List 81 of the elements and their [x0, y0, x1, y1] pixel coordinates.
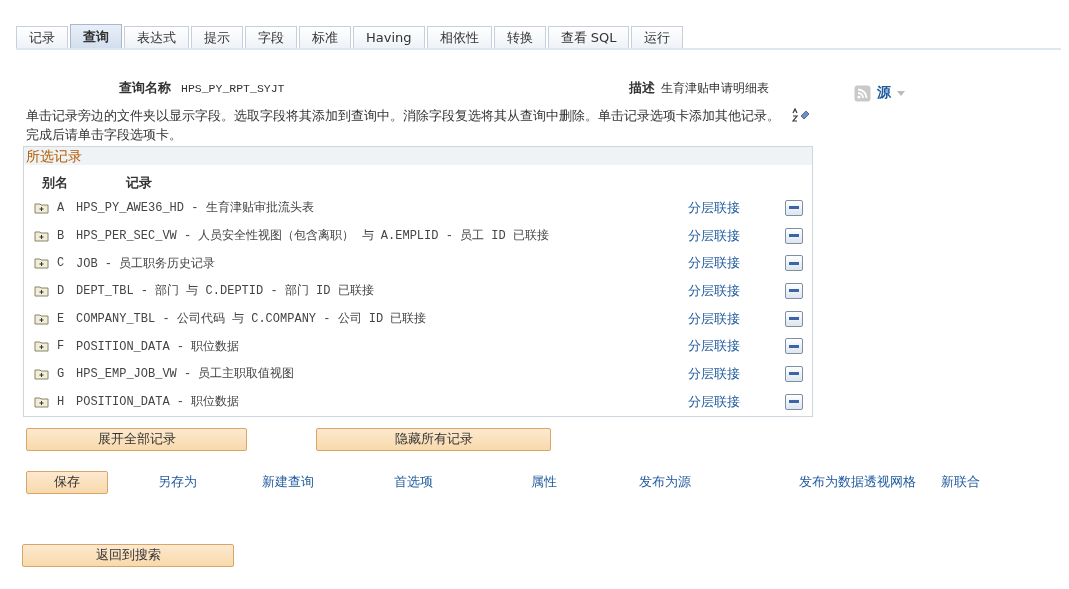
remove-button[interactable]	[785, 310, 803, 327]
hierarchy-join-link[interactable]: 分层联接	[688, 309, 740, 328]
hierarchy-join-link[interactable]: 分层联接	[688, 337, 740, 356]
action-link[interactable]: 属性	[531, 473, 639, 491]
tab[interactable]: 标准	[299, 26, 351, 48]
action-link[interactable]: 新建查询	[262, 473, 394, 491]
description-value: 生育津贴申请明细表	[661, 79, 769, 97]
tab[interactable]: 记录	[16, 26, 68, 48]
minus-icon	[789, 234, 799, 238]
sort-icon[interactable]	[792, 108, 810, 122]
hierarchy-join-link[interactable]: 分层联接	[688, 226, 740, 245]
folder-icon[interactable]	[34, 257, 49, 270]
hierarchy-join-link[interactable]: 分层联接	[688, 364, 740, 383]
panel-title: 所选记录	[24, 147, 812, 165]
minus-icon	[789, 372, 799, 376]
instruction-text: 完成后请单击字段选项卡。	[26, 126, 183, 144]
alias-text: E	[57, 311, 66, 326]
folder-icon[interactable]	[34, 201, 49, 214]
folder-icon[interactable]	[34, 367, 49, 380]
alias-text: G	[57, 366, 66, 381]
minus-icon	[789, 317, 799, 321]
folder-icon[interactable]	[34, 312, 49, 325]
hierarchy-join-link[interactable]: 分层联接	[688, 198, 740, 217]
action-link[interactable]: 另存为	[158, 473, 262, 491]
alias-text: B	[57, 228, 66, 243]
record-text: HPS_PER_SEC_VW - 人员安全性视图（包含离职） 与 A.EMPLID - 员工 ID 已联接	[76, 228, 550, 245]
column-header: 别名	[42, 174, 69, 192]
minus-icon	[789, 400, 799, 404]
remove-button[interactable]	[785, 282, 803, 299]
description-label: 描述	[629, 79, 655, 97]
record-text: JOB - 员工职务历史记录	[76, 255, 217, 272]
remove-button[interactable]	[785, 255, 803, 272]
hierarchy-join-link[interactable]: 分层联接	[688, 281, 740, 300]
instruction-text: 单击记录旁边的文件夹以显示字段。选取字段将其添加到查询中。消除字段复选将其从查询中删除。单击记录选项卡添加其他记录。	[26, 107, 780, 125]
remove-button[interactable]	[785, 365, 803, 382]
feed-link[interactable]: 源	[877, 84, 891, 102]
query-name-value: HPS_PY_RPT_SYJT	[181, 81, 286, 95]
tab[interactable]: 表达式	[124, 26, 189, 48]
remove-button[interactable]	[785, 393, 803, 410]
tab[interactable]: 转换	[493, 26, 546, 48]
action-link[interactable]: 新联合	[941, 473, 980, 491]
folder-icon[interactable]	[34, 229, 49, 242]
tab[interactable]: 字段	[245, 26, 297, 48]
record-text: POSITION_DATA - 职位数据	[76, 338, 241, 355]
alias-text: C	[57, 256, 66, 271]
record-text: POSITION_DATA - 职位数据	[76, 394, 241, 411]
folder-icon[interactable]	[34, 284, 49, 297]
action-link[interactable]: 首选项	[394, 473, 531, 491]
alias-text: H	[57, 394, 66, 409]
hierarchy-join-link[interactable]: 分层联接	[688, 254, 740, 273]
minus-icon	[789, 261, 799, 265]
tab[interactable]: Having	[353, 26, 425, 48]
tab[interactable]: 提示	[191, 26, 243, 48]
column-header: 记录	[126, 174, 152, 192]
record-text: HPS_EMP_JOB_VW - 员工主职取值视图	[76, 366, 296, 383]
back-to-search-button[interactable]: 返回到搜索	[22, 543, 234, 567]
record-text: HPS_PY_AWE36_HD - 生育津贴审批流头表	[76, 199, 315, 217]
tab[interactable]: 相依性	[426, 26, 492, 48]
folder-icon[interactable]	[34, 395, 49, 408]
alias-text: D	[57, 283, 66, 298]
tab[interactable]: 查询	[70, 24, 122, 48]
remove-button[interactable]	[785, 199, 803, 216]
expand-all-button[interactable]: 展开全部记录	[26, 427, 247, 451]
query-name-label: 查询名称	[119, 79, 171, 97]
save-button[interactable]: 保存	[26, 470, 108, 494]
tab[interactable]: 查看 SQL	[547, 26, 630, 48]
minus-icon	[789, 206, 799, 210]
action-link[interactable]: 发布为数据透视网格	[799, 473, 941, 491]
hide-all-button[interactable]: 隐藏所有记录	[316, 427, 551, 451]
minus-icon	[789, 289, 799, 293]
minus-icon	[789, 344, 799, 348]
action-link[interactable]: 发布为源	[639, 473, 799, 491]
alias-text: A	[57, 200, 66, 215]
tab[interactable]: 运行	[631, 26, 684, 48]
folder-icon[interactable]	[34, 340, 49, 353]
remove-button[interactable]	[785, 227, 803, 244]
record-text: DEPT_TBL - 部门 与 C.DEPTID - 部门 ID 已联接	[76, 283, 375, 300]
hierarchy-join-link[interactable]: 分层联接	[688, 392, 740, 411]
record-text: COMPANY_TBL - 公司代码 与 C.COMPANY - 公司 ID 已联接	[76, 311, 428, 328]
alias-text: F	[57, 339, 66, 354]
remove-button[interactable]	[785, 338, 803, 355]
